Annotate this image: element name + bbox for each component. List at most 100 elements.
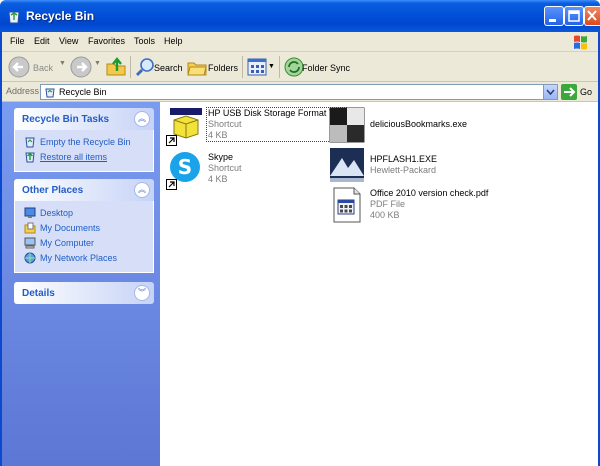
- chevron-down-icon: [546, 89, 555, 96]
- toolbar-separator: [279, 56, 280, 78]
- file-text: deliciousBookmarks.exe: [370, 119, 467, 130]
- address-input[interactable]: Recycle Bin: [40, 84, 558, 100]
- task-link-label: My Computer: [40, 238, 95, 248]
- restore-icon: [25, 152, 35, 163]
- task-link-label: Desktop: [40, 208, 74, 218]
- my-network-places-link[interactable]: My Network Places: [15, 251, 153, 266]
- menu-tools[interactable]: Tools: [134, 36, 155, 46]
- search-icon: [135, 58, 154, 77]
- explorer-window: Recycle Bin File Edit View Favorites Too…: [0, 0, 600, 466]
- back-label: Back: [33, 63, 54, 73]
- file-name: Skype: [208, 152, 234, 162]
- menu-view[interactable]: View: [59, 36, 78, 46]
- panel-title: Recycle Bin Tasks: [22, 114, 110, 125]
- minimize-icon: [549, 19, 556, 22]
- menu-favorites[interactable]: Favorites: [88, 36, 125, 46]
- recycle-bin-tasks-panel: Recycle Bin Tasks ︽ Empty the Recycle Bi…: [14, 108, 154, 172]
- file-size: 4 KB: [208, 174, 228, 184]
- file-type: PDF File: [370, 199, 406, 209]
- folders-label: Folders: [208, 63, 239, 73]
- network-places-icon: [24, 252, 36, 264]
- up-folder-button[interactable]: [105, 55, 127, 79]
- file-text: Office 2010 version check.pdf PDF File 4…: [370, 188, 488, 221]
- details-header[interactable]: Details ︾: [14, 282, 154, 304]
- address-value: Recycle Bin: [59, 87, 107, 97]
- desktop-link[interactable]: Desktop: [15, 206, 153, 221]
- address-dropdown-button[interactable]: [543, 85, 557, 99]
- address-label: Address: [6, 86, 40, 96]
- file-text: Skype Shortcut 4 KB: [208, 152, 242, 185]
- task-link-label: My Documents: [40, 223, 101, 233]
- toolbar-separator: [130, 56, 131, 78]
- folders-icon: [187, 62, 207, 76]
- menu-bar: File Edit View Favorites Tools Help: [2, 32, 598, 52]
- address-bar: Address Recycle Bin Go: [2, 82, 598, 102]
- recycle-bin-tasks-header[interactable]: Recycle Bin Tasks ︽: [14, 108, 154, 130]
- views-button[interactable]: ▼: [246, 55, 276, 79]
- exe-icon: [329, 107, 365, 143]
- back-dropdown-icon[interactable]: ▼: [59, 60, 66, 67]
- empty-bin-icon: [25, 137, 35, 148]
- file-type: Shortcut: [208, 119, 242, 129]
- forward-button[interactable]: [69, 55, 93, 79]
- forward-dropdown-icon[interactable]: ▼: [94, 60, 101, 67]
- task-link-label: Restore all items: [40, 152, 108, 162]
- other-places-panel: Other Places ︽ Desktop My Documents My C…: [14, 179, 154, 273]
- empty-recycle-bin-link[interactable]: Empty the Recycle Bin: [15, 135, 153, 150]
- svg-text:S: S: [178, 155, 192, 179]
- file-item-hpflash[interactable]: HPFLASH1.EXE Hewlett-Packard: [328, 146, 528, 186]
- panel-title: Other Places: [22, 185, 84, 196]
- folder-sync-label: Folder Sync: [302, 63, 351, 73]
- menu-file[interactable]: File: [10, 36, 25, 46]
- file-text: HP USB Disk Storage Format Tool Shortcut…: [206, 107, 348, 142]
- file-name: HPFLASH1.EXE: [370, 154, 438, 164]
- my-documents-icon: [24, 222, 36, 234]
- file-item-hp-usb-tool[interactable]: HP USB Disk Storage Format Tool Shortcut…: [166, 106, 348, 146]
- file-list: HP USB Disk Storage Format Tool Shortcut…: [160, 102, 598, 466]
- pdf-file-icon: [333, 187, 361, 223]
- views-icon: [247, 58, 267, 76]
- panel-title: Details: [22, 288, 55, 299]
- my-documents-link[interactable]: My Documents: [15, 221, 153, 236]
- file-item-office-pdf[interactable]: Office 2010 version check.pdf PDF File 4…: [328, 186, 548, 226]
- shortcut-arrow-icon: [166, 179, 177, 190]
- back-button[interactable]: Back: [6, 55, 58, 79]
- close-button[interactable]: [584, 6, 600, 26]
- collapse-chevron-icon[interactable]: ︽: [134, 111, 150, 127]
- my-computer-icon: [24, 237, 36, 249]
- back-arrow-icon: [8, 56, 30, 78]
- maximize-button[interactable]: [564, 6, 584, 26]
- file-text: HPFLASH1.EXE Hewlett-Packard: [370, 154, 437, 176]
- toolbar-separator: [242, 56, 243, 78]
- window-title: Recycle Bin: [26, 9, 95, 23]
- desktop-icon: [24, 207, 36, 218]
- title-bar[interactable]: Recycle Bin: [0, 0, 600, 32]
- maximize-icon: [568, 10, 580, 22]
- restore-all-items-link[interactable]: Restore all items: [15, 150, 153, 165]
- menu-edit[interactable]: Edit: [34, 36, 50, 46]
- expand-chevron-icon[interactable]: ︾: [134, 285, 150, 301]
- folders-button[interactable]: Folders: [185, 55, 239, 79]
- up-folder-icon: [106, 57, 126, 76]
- search-label: Search: [154, 63, 183, 73]
- other-places-header[interactable]: Other Places ︽: [14, 179, 154, 201]
- details-panel: Details ︾: [14, 282, 154, 304]
- search-button[interactable]: Search: [134, 55, 184, 79]
- hp-flash-icon: [330, 148, 364, 182]
- file-item-skype[interactable]: S Skype Shortcut 4 KB: [166, 150, 326, 190]
- task-link-label: My Network Places: [40, 253, 118, 263]
- my-computer-link[interactable]: My Computer: [15, 236, 153, 251]
- recycle-bin-icon: [8, 11, 20, 24]
- go-arrow-icon: [561, 84, 577, 100]
- task-link-label: Empty the Recycle Bin: [40, 137, 131, 147]
- menu-help[interactable]: Help: [164, 36, 183, 46]
- views-dropdown-icon: ▼: [268, 63, 275, 70]
- folder-sync-button[interactable]: Folder Sync: [283, 55, 353, 79]
- go-button[interactable]: Go: [561, 84, 597, 100]
- file-type: Hewlett-Packard: [370, 165, 437, 175]
- close-icon: [587, 10, 597, 21]
- collapse-chevron-icon[interactable]: ︽: [134, 182, 150, 198]
- recycle-bin-tasks-body: Empty the Recycle Bin Restore all items: [14, 130, 154, 172]
- minimize-button[interactable]: [544, 6, 564, 26]
- file-item-delicious-bookmarks[interactable]: deliciousBookmarks.exe: [328, 106, 528, 146]
